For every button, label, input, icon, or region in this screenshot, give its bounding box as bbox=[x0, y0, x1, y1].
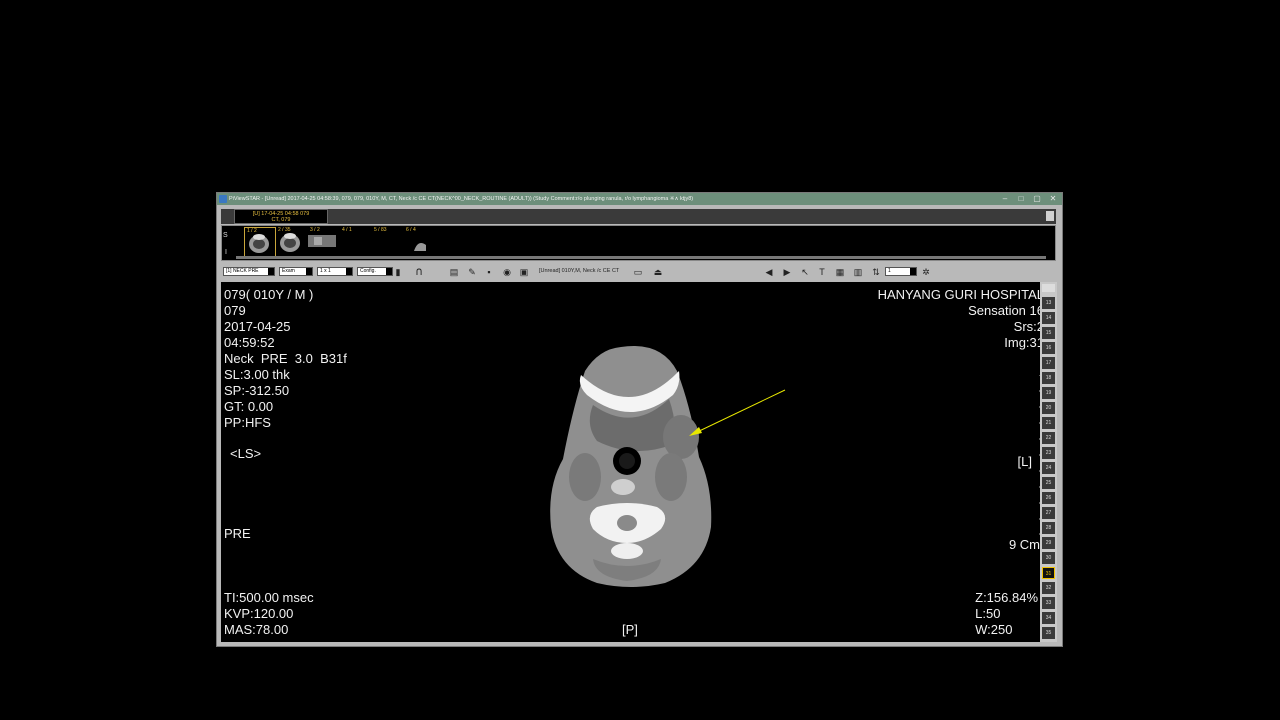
phase-label: PRE bbox=[224, 526, 251, 541]
layout-icon[interactable]: ▦ bbox=[835, 267, 845, 277]
slice-item[interactable]: 16 bbox=[1042, 342, 1055, 354]
text-icon[interactable]: T bbox=[817, 267, 827, 277]
series-letter-2: I bbox=[225, 249, 227, 256]
slice-item[interactable]: 29 bbox=[1042, 537, 1055, 549]
acquisition-overlay: TI:500.00 msec KVP:120.00 MAS:78.00 bbox=[224, 590, 314, 637]
window-title: PiViewSTAR - [Unread] 2017-04-25 04:58:3… bbox=[229, 196, 694, 202]
close-button[interactable]: ✕ bbox=[1044, 193, 1062, 205]
tab-scroll-arrow[interactable] bbox=[1046, 211, 1054, 221]
study-tab[interactable]: [U] 17-04-25 04:58 079 CT, 079 bbox=[234, 209, 328, 224]
study-status: [Unread] 010Y,M, Neck /c CE CT bbox=[539, 268, 620, 274]
sync-icon[interactable]: ⇅ bbox=[871, 267, 881, 277]
slice-item[interactable]: 13 bbox=[1042, 297, 1055, 309]
thumbnail-label: 5 / 83 bbox=[374, 227, 387, 233]
slice-item[interactable]: 19 bbox=[1042, 387, 1055, 399]
settings-icon[interactable]: ✲ bbox=[921, 267, 931, 277]
orientation-p: [P] bbox=[622, 622, 638, 637]
slice-item[interactable]: 24 bbox=[1042, 462, 1055, 474]
orientation-ls: <LS> bbox=[230, 446, 262, 461]
slice-item[interactable]: 20 bbox=[1042, 402, 1055, 414]
frame-select[interactable]: 1 bbox=[885, 267, 917, 276]
slice-item[interactable]: 34 bbox=[1042, 612, 1055, 624]
slice-item[interactable]: 32 bbox=[1042, 582, 1055, 594]
slice-item[interactable]: 27 bbox=[1042, 507, 1055, 519]
slice-item[interactable]: 26 bbox=[1042, 492, 1055, 504]
app-icon bbox=[219, 195, 227, 203]
prev-icon[interactable]: ◀ bbox=[764, 267, 774, 277]
chevron-down-icon bbox=[346, 268, 352, 275]
window-level-overlay: Z:156.84% L:50 W:250 bbox=[975, 590, 1038, 637]
thumbnail-label: 3 / 2 bbox=[310, 227, 320, 233]
neck-ct-slice bbox=[550, 346, 712, 587]
pin-icon[interactable]: ▮ bbox=[393, 267, 403, 277]
thumbnail-label: 4 / 1 bbox=[342, 227, 352, 233]
series-thumbnail[interactable]: 6 / 4 bbox=[404, 227, 434, 257]
compare-icon[interactable]: ▥ bbox=[853, 267, 863, 277]
slice-item[interactable]: 33 bbox=[1042, 597, 1055, 609]
chevron-down-icon bbox=[386, 268, 392, 275]
series-thumbnail[interactable]: 4 / 1 bbox=[340, 227, 370, 257]
viewer-window: PiViewSTAR - [Unread] 2017-04-25 04:58:3… bbox=[216, 192, 1063, 647]
save-icon[interactable]: ▪ bbox=[484, 267, 494, 277]
grid-select[interactable]: 1 x 1 bbox=[317, 267, 353, 276]
slice-item[interactable]: 22 bbox=[1042, 432, 1055, 444]
series-letter: S bbox=[223, 232, 228, 239]
pointer-icon[interactable]: ↖ bbox=[800, 267, 810, 277]
series-thumbnail[interactable]: 5 / 83 bbox=[372, 227, 402, 257]
layout-select-value: [1] NECK PRE bbox=[226, 268, 259, 274]
layout-select[interactable]: [1] NECK PRE bbox=[223, 267, 275, 276]
exam-select-value: Exam bbox=[282, 268, 295, 274]
series-thumbnail[interactable]: 2 / 35 bbox=[276, 227, 306, 257]
slice-item[interactable]: 25 bbox=[1042, 477, 1055, 489]
viewer-toolbar: [1] NECK PRE Exam 1 x 1 Config. ▮ ᑎ ▤ ✎ … bbox=[221, 264, 1056, 280]
title-bar[interactable]: PiViewSTAR - [Unread] 2017-04-25 04:58:3… bbox=[217, 193, 1062, 205]
slice-item[interactable]: 28 bbox=[1042, 522, 1055, 534]
slice-item[interactable]: 21 bbox=[1042, 417, 1055, 429]
report-icon[interactable]: ▤ bbox=[449, 267, 459, 277]
thumbnail-label: 2 / 35 bbox=[278, 227, 291, 233]
eraser-icon[interactable]: ⏏ bbox=[653, 267, 663, 277]
slice-item[interactable]: 30 bbox=[1042, 552, 1055, 564]
frame-select-value: 1 bbox=[888, 268, 891, 274]
chevron-down-icon bbox=[306, 268, 312, 275]
chevron-down-icon bbox=[910, 268, 916, 275]
camera-icon[interactable]: ▣ bbox=[519, 267, 529, 277]
slice-item[interactable]: 23 bbox=[1042, 447, 1055, 459]
orientation-l: [L] bbox=[1017, 454, 1032, 469]
config-select[interactable]: Config. bbox=[357, 267, 393, 276]
hand-icon[interactable]: ᑎ bbox=[414, 267, 424, 277]
study-tab-bar: [U] 17-04-25 04:58 079 CT, 079 bbox=[221, 209, 1056, 224]
chevron-down-icon bbox=[268, 268, 274, 275]
patient-info-overlay: 079( 010Y / M ) 079 2017-04-25 04:59:52 … bbox=[224, 287, 347, 430]
slice-navigator: 13 14 15 16 17 18 19 20 21 22 23 24 25 2… bbox=[1040, 282, 1057, 642]
slice-item-active[interactable]: 31 bbox=[1042, 567, 1055, 579]
thumbnail-label: 6 / 4 bbox=[406, 227, 416, 233]
slice-scroll-up[interactable] bbox=[1042, 284, 1055, 292]
series-thumbnail-strip: S I 1 / 2 2 / 35 3 / 2 4 / 1 5 / 83 6 / … bbox=[221, 225, 1056, 261]
slice-item[interactable]: 18 bbox=[1042, 372, 1055, 384]
image-viewport[interactable]: 079( 010Y / M ) 079 2017-04-25 04:59:52 … bbox=[221, 282, 1044, 642]
hospital-info-overlay: HANYANG GURI HOSPITAL Sensation 16 Srs:2… bbox=[877, 287, 1044, 350]
grid-select-value: 1 x 1 bbox=[320, 268, 331, 274]
config-select-value: Config. bbox=[360, 268, 376, 274]
slice-item[interactable]: 17 bbox=[1042, 357, 1055, 369]
next-icon[interactable]: ▶ bbox=[782, 267, 792, 277]
annotation-arrow-icon[interactable] bbox=[681, 382, 791, 442]
exam-select[interactable]: Exam bbox=[279, 267, 313, 276]
edit-icon[interactable]: ✎ bbox=[467, 267, 477, 277]
series-thumbnail[interactable]: 3 / 2 bbox=[308, 227, 338, 257]
globe-icon[interactable]: ◉ bbox=[502, 267, 512, 277]
scale-label: 9 Cm bbox=[1008, 537, 1040, 552]
thumbnail-label: 1 / 2 bbox=[247, 228, 257, 234]
thumbnail-scrollbar[interactable] bbox=[236, 256, 1046, 259]
image-icon[interactable]: ▭ bbox=[633, 267, 643, 277]
study-tab-line2: CT, 079 bbox=[271, 217, 291, 223]
series-thumbnail[interactable]: 1 / 2 bbox=[244, 227, 276, 259]
slice-item[interactable]: 15 bbox=[1042, 327, 1055, 339]
slice-item[interactable]: 14 bbox=[1042, 312, 1055, 324]
slice-item[interactable]: 35 bbox=[1042, 627, 1055, 639]
